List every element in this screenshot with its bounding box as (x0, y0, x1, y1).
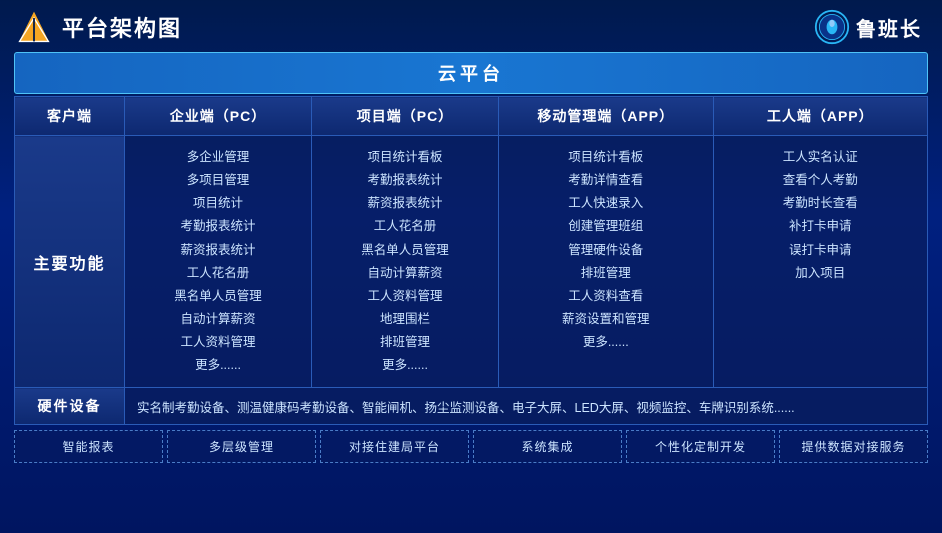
main-content: 云平台 客户端 企业端（PC） 项目端（PC） 移动管理端（APP） 工人端（A… (0, 52, 942, 473)
project-func-list: 项目统计看板考勤报表统计薪资报表统计工人花名册黑名单人员管理自动计算薪资工人资料… (318, 146, 492, 377)
page-title: 平台架构图 (62, 11, 182, 43)
services-row: 智能报表 多层级管理 对接住建局平台 系统集成 个性化定制开发 提供数据对接服务 (14, 430, 928, 463)
main-func-row: 主要功能 多企业管理多项目管理项目统计考勤报表统计薪资报表统计工人花名册黑名单人… (15, 136, 928, 388)
cloud-platform-bar: 云平台 (14, 52, 928, 94)
brand-name: 鲁班长 (856, 13, 922, 42)
main-func-label: 主要功能 (15, 136, 125, 388)
col-enterprise: 企业端（PC） (125, 97, 312, 136)
worker-func-list: 工人实名认证查看个人考勤考勤时长查看补打卡申请误打卡申请加入项目 (720, 146, 922, 285)
column-header-row: 客户端 企业端（PC） 项目端（PC） 移动管理端（APP） 工人端（APP） (15, 97, 928, 136)
brand-icon (814, 9, 850, 45)
hardware-row: 硬件设备 实名制考勤设备、测温健康码考勤设备、智能闸机、扬尘监测设备、电子大屏、… (15, 388, 928, 425)
service-item-0: 智能报表 (14, 430, 163, 463)
service-item-4: 个性化定制开发 (626, 430, 775, 463)
logo-icon (16, 9, 52, 45)
col-mobile-app: 移动管理端（APP） (499, 97, 714, 136)
worker-funcs-cell: 工人实名认证查看个人考勤考勤时长查看补打卡申请误打卡申请加入项目 (713, 136, 928, 388)
enterprise-func-list: 多企业管理多项目管理项目统计考勤报表统计薪资报表统计工人花名册黑名单人员管理自动… (131, 146, 305, 377)
col-worker-app: 工人端（APP） (713, 97, 928, 136)
service-item-2: 对接住建局平台 (320, 430, 469, 463)
enterprise-funcs-cell: 多企业管理多项目管理项目统计考勤报表统计薪资报表统计工人花名册黑名单人员管理自动… (125, 136, 312, 388)
service-item-5: 提供数据对接服务 (779, 430, 928, 463)
hardware-label: 硬件设备 (15, 388, 125, 425)
hardware-content: 实名制考勤设备、测温健康码考勤设备、智能闸机、扬尘监测设备、电子大屏、LED大屏… (125, 388, 928, 425)
architecture-table: 客户端 企业端（PC） 项目端（PC） 移动管理端（APP） 工人端（APP） … (14, 96, 928, 425)
service-item-1: 多层级管理 (167, 430, 316, 463)
mobile-funcs-cell: 项目统计看板考勤详情查看工人快速录入创建管理班组管理硬件设备排班管理工人资料查看… (499, 136, 714, 388)
mobile-func-list: 项目统计看板考勤详情查看工人快速录入创建管理班组管理硬件设备排班管理工人资料查看… (505, 146, 707, 354)
brand-right: 鲁班长 (814, 9, 922, 45)
col-project-pc: 项目端（PC） (312, 97, 499, 136)
header-left: 平台架构图 (16, 9, 182, 45)
col-client: 客户端 (15, 97, 125, 136)
project-funcs-cell: 项目统计看板考勤报表统计薪资报表统计工人花名册黑名单人员管理自动计算薪资工人资料… (312, 136, 499, 388)
service-item-3: 系统集成 (473, 430, 622, 463)
header: 平台架构图 鲁班长 (0, 0, 942, 52)
